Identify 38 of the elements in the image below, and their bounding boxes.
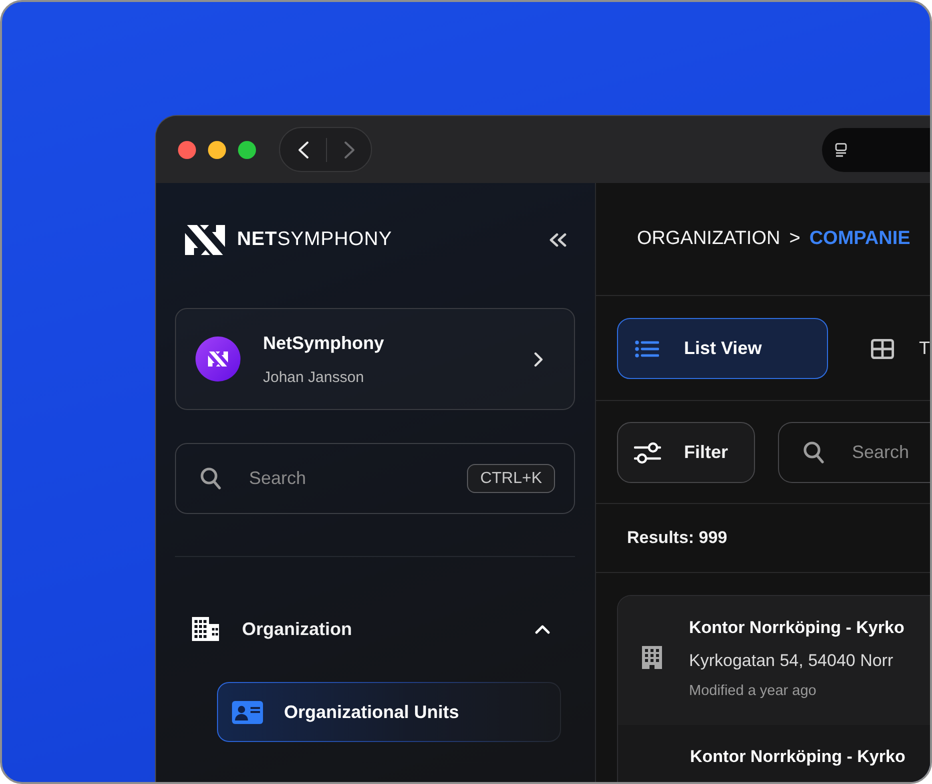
table-icon — [871, 338, 894, 358]
minimize-window-icon[interactable] — [208, 140, 226, 158]
search-field[interactable]: Search — [778, 422, 930, 483]
chevron-right-icon — [534, 352, 543, 366]
company-name: Kontor Norrköping - Kyrko — [689, 617, 904, 639]
building-icon — [642, 646, 662, 669]
filter-button[interactable]: Filter — [617, 422, 755, 483]
breadcrumb-link[interactable]: ORGANIZATION — [637, 224, 780, 254]
view-tab[interactable]: List View — [617, 318, 828, 379]
list-icon — [635, 340, 659, 358]
modified-time: Modified a year ago — [689, 682, 818, 700]
search-icon — [200, 467, 221, 490]
breadcrumb-current: COMPANIE — [809, 226, 910, 251]
zoom-window-icon[interactable] — [238, 140, 256, 158]
company-name: Kontor Norrköping - Kyrko — [690, 746, 906, 768]
company-address: Kyrkogatan 54, 54040 Norr — [689, 650, 894, 672]
workspace-logo-icon — [195, 336, 241, 382]
breadcrumb-separator: > — [789, 226, 800, 251]
company-item[interactable]: Kontor Norrköping - Kyrko Kyrkogatan 54, 54040 Norr Modified a year ago — [618, 596, 930, 725]
sidebar-item[interactable]: Organizational Units — [217, 682, 561, 742]
page-icon — [835, 142, 847, 156]
workspace-switcher[interactable]: NetSymphony Johan Jansson — [175, 308, 575, 410]
building-icon — [192, 617, 219, 641]
close-window-icon[interactable] — [178, 140, 196, 158]
logo-icon — [185, 225, 225, 255]
results-count: Results: 999 — [627, 527, 728, 550]
sidebar-group[interactable]: Organization — [175, 604, 575, 654]
company-item[interactable]: Kontor Norrköping - Kyrko — [618, 725, 930, 782]
sliders-icon — [634, 442, 661, 464]
search-icon — [803, 441, 824, 464]
logo-text: NETSYMPHONY — [237, 230, 392, 250]
double-chevron-icon[interactable] — [549, 233, 567, 247]
keyboard-shortcut: CTRL+K — [467, 464, 555, 493]
view-tab[interactable]: T — [853, 318, 930, 379]
user-name: Johan Jansson — [263, 368, 365, 388]
workspace-name: NetSymphony — [263, 332, 386, 354]
back-icon[interactable] — [298, 140, 309, 158]
id-card-icon — [232, 700, 263, 724]
